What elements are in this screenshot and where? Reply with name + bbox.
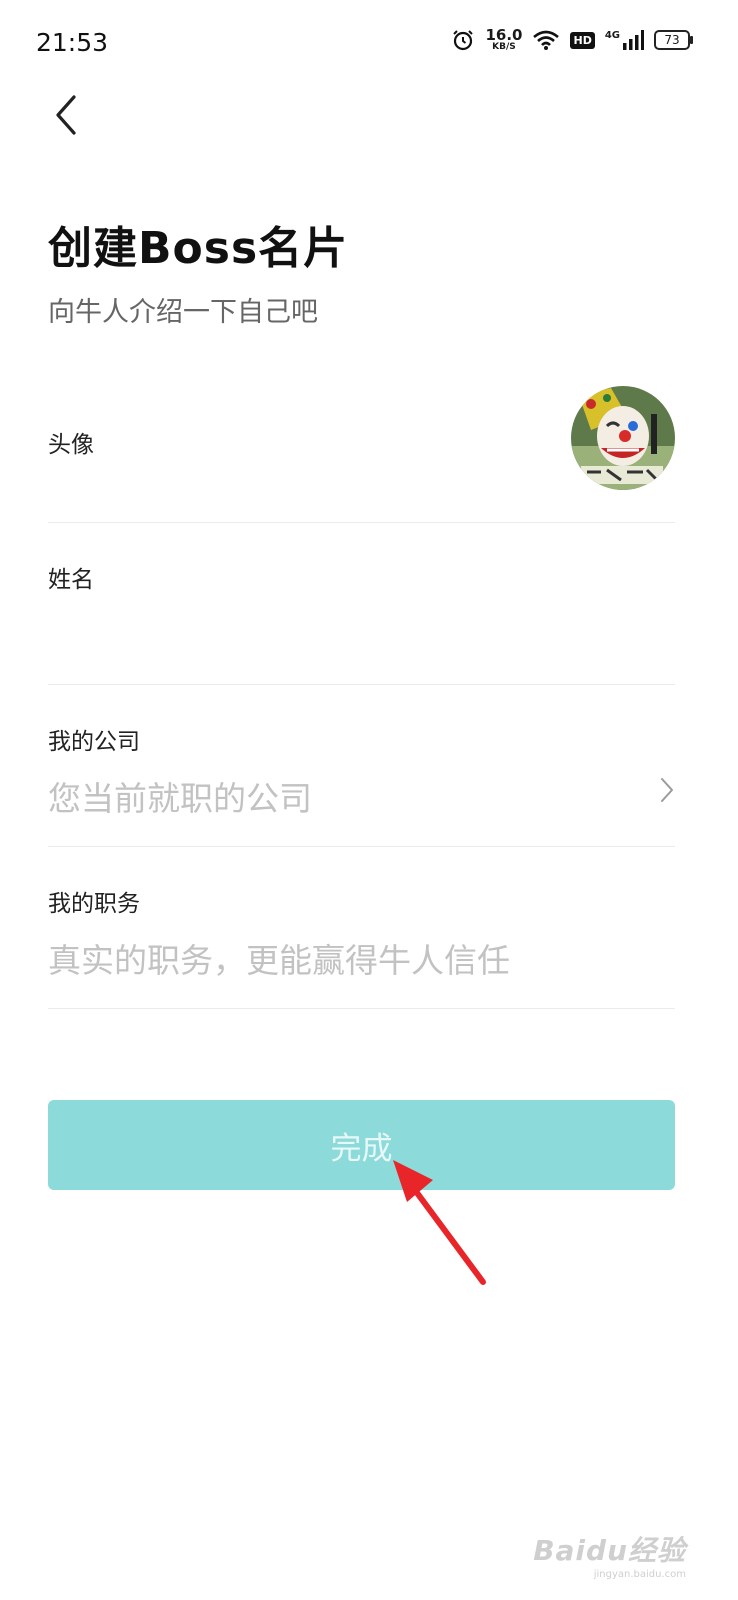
wifi-icon	[533, 30, 560, 50]
company-label: 我的公司	[48, 729, 140, 755]
status-bar: 21:53 16.0 KB/S HD 4G 73	[0, 0, 738, 90]
submit-button[interactable]: 完成	[48, 1100, 675, 1190]
position-placeholder: 真实的职务，更能赢得牛人信任	[48, 941, 510, 980]
network-speed-unit: KB/S	[492, 42, 516, 52]
avatar[interactable]	[571, 386, 675, 490]
watermark-url: jingyan.baidu.com	[593, 1569, 686, 1580]
page-subtitle: 向牛人介绍一下自己吧	[48, 297, 318, 328]
alarm-icon	[453, 30, 474, 51]
battery-level: 73	[664, 33, 680, 47]
company-placeholder: 您当前就职的公司	[48, 779, 312, 818]
position-field[interactable]: 我的职务 真实的职务，更能赢得牛人信任	[48, 846, 675, 1009]
hd-icon: HD	[570, 31, 595, 49]
network-speed-value: 16.0	[485, 26, 523, 44]
annotation-arrow-icon	[393, 1160, 486, 1285]
watermark: Baidu经验 jingyan.baidu.com	[533, 1529, 686, 1580]
back-button[interactable]	[40, 90, 90, 140]
avatar-row[interactable]: 头像	[48, 380, 675, 523]
chevron-right-icon	[661, 778, 673, 802]
avatar-label: 头像	[48, 432, 94, 458]
watermark-logo: Baidu经验	[533, 1534, 686, 1567]
network-speed: 16.0 KB/S	[485, 28, 522, 52]
avatar-image	[571, 386, 675, 490]
battery-icon: 73	[654, 30, 693, 50]
chevron-left-icon	[56, 95, 76, 135]
name-label: 姓名	[48, 567, 94, 593]
network-type: 4G	[604, 29, 620, 41]
name-field[interactable]: 姓名	[48, 522, 675, 685]
position-label: 我的职务	[48, 891, 140, 917]
company-field[interactable]: 我的公司 您当前就职的公司	[48, 684, 675, 847]
status-icons: 16.0 KB/S HD 4G 73	[451, 28, 693, 52]
signal-icon	[623, 30, 644, 50]
page-title: 创建Boss名片	[48, 223, 349, 274]
submit-button-label: 完成	[330, 1130, 393, 1167]
status-time: 21:53	[36, 28, 109, 57]
